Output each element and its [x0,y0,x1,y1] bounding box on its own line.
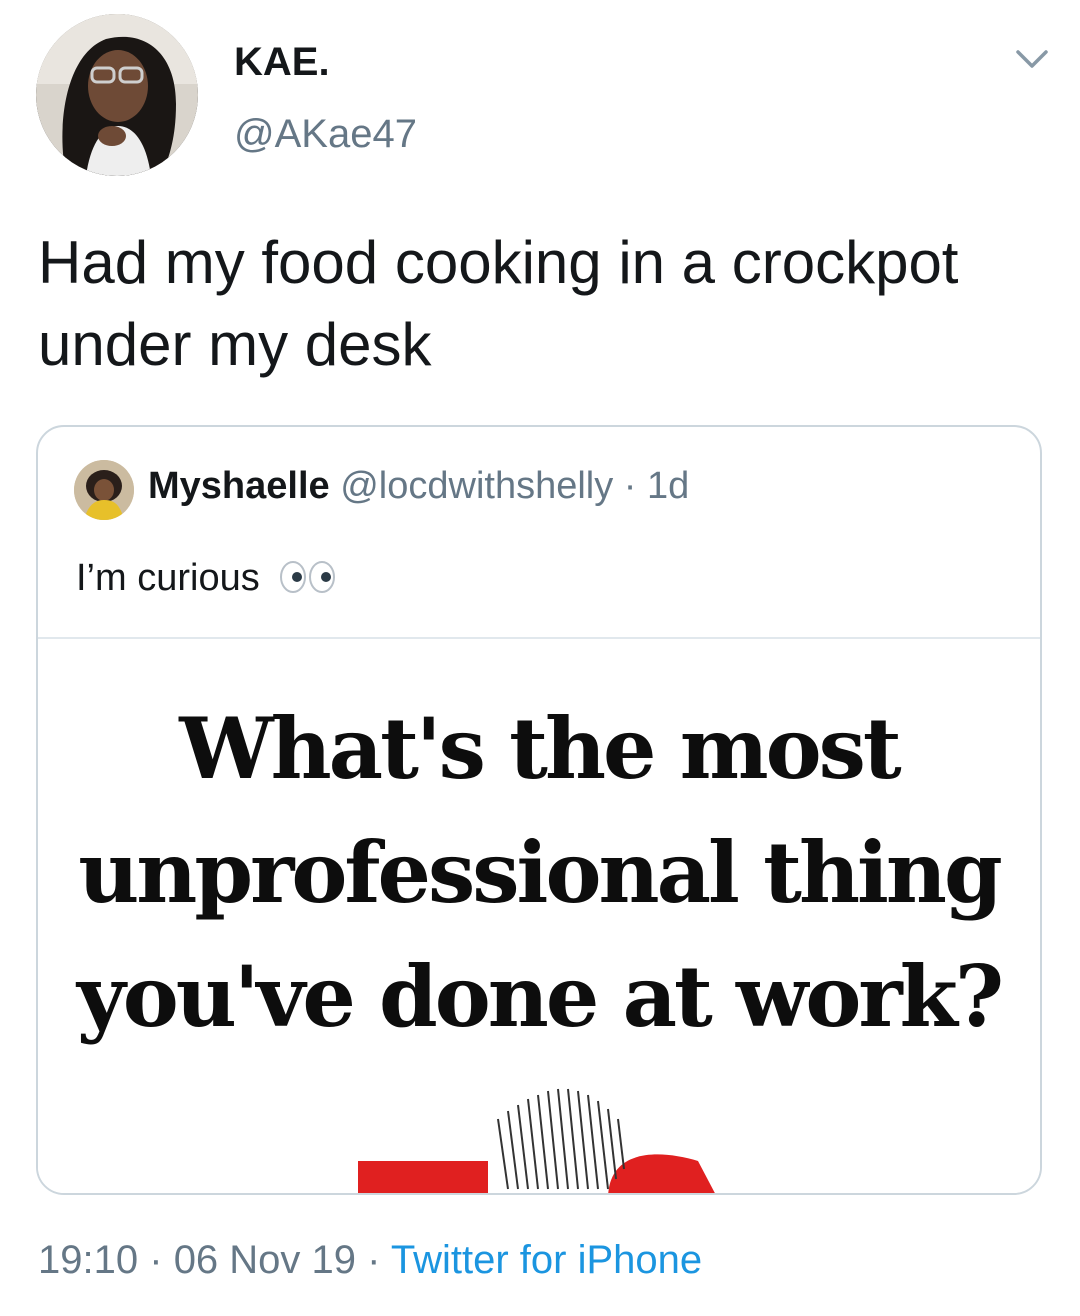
author-avatar-image [36,14,198,176]
quoted-tweet-card[interactable]: Myshaelle @locdwithshelly · 1d I’m curio… [36,425,1042,1195]
quoted-tweet-header: Myshaelle @locdwithshelly · 1d [148,465,689,508]
tweet-time: 19:10 [38,1238,139,1282]
chevron-down-icon[interactable] [1014,44,1050,74]
logo-fragment-graphic [358,1088,715,1193]
tweet-text: Had my food cooking in a crockpot under … [38,229,959,378]
image-caption-text: What's the most unprofessional thing you… [76,699,1004,1046]
tweet-source-link[interactable]: Twitter for iPhone [391,1238,702,1282]
tweet-meta: 19:10 · 06 Nov 19 · Twitter for iPhone [38,1238,702,1283]
quoted-handle[interactable]: @locdwithshelly [340,465,613,507]
author-display-name[interactable]: KAE. [234,40,330,85]
meta-separator: · [149,1238,163,1282]
tweet-date: 06 Nov 19 [173,1238,357,1282]
meta-separator: · [367,1238,381,1282]
quoted-timestamp: 1d [647,465,690,507]
quoted-separator: · [623,465,637,507]
quoted-tweet-text: I’m curious [76,557,338,600]
quoted-tweet-text-content: I’m curious [76,557,260,599]
quoted-author-avatar [74,460,134,520]
quoted-tweet-image[interactable]: What's the most unprofessional thing you… [38,639,1040,1193]
eyes-emoji-icon [278,560,338,594]
author-handle[interactable]: @AKae47 [234,112,417,157]
author-avatar[interactable] [36,14,198,176]
quoted-display-name[interactable]: Myshaelle [148,465,330,507]
